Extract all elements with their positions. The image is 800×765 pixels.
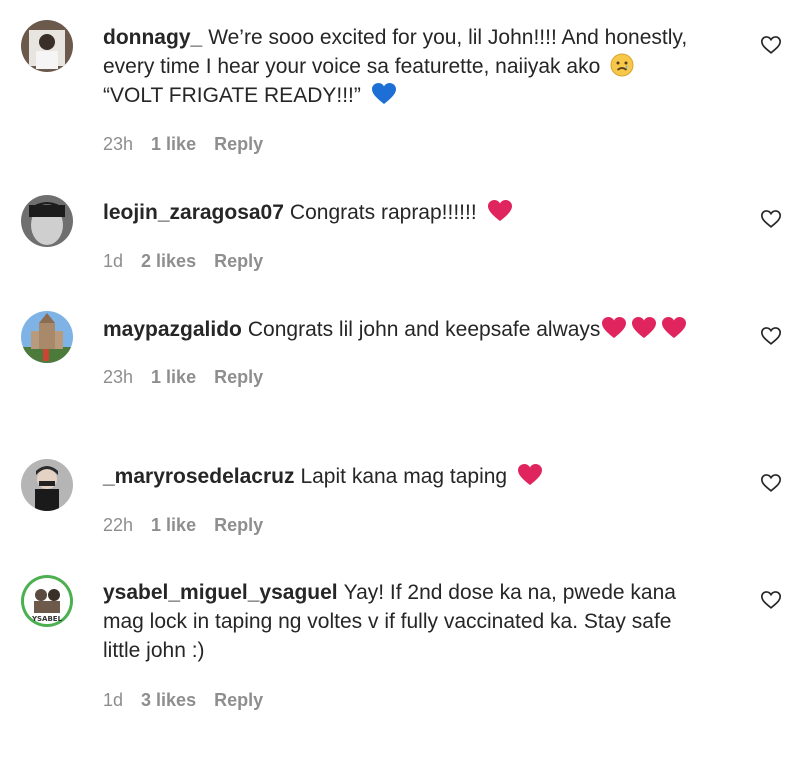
sad-face-emoji-icon (610, 53, 634, 77)
comment-username[interactable]: donnagy_ (103, 26, 202, 49)
like-heart-icon[interactable] (760, 34, 782, 56)
avatar[interactable] (21, 311, 73, 363)
comment-meta: 1d 3 likes Reply (103, 690, 281, 711)
comment-username[interactable]: ysabel_miguel_ysaguel (103, 581, 338, 604)
comment-text: donnagy_ We’re sooo excited for you, lil … (103, 23, 743, 110)
avatar-image (21, 311, 73, 363)
comment-meta: 1d 2 likes Reply (103, 251, 281, 272)
comment-time[interactable]: 1d (103, 690, 123, 710)
comment-username[interactable]: maypazgalido (103, 318, 242, 341)
avatar-image (21, 20, 73, 72)
reply-button[interactable]: Reply (214, 251, 263, 271)
reply-button[interactable]: Reply (214, 367, 263, 387)
comment-body: Lapit kana mag taping (300, 465, 508, 488)
comment-time[interactable]: 23h (103, 367, 133, 387)
avatar-image (21, 195, 73, 247)
comment-likes[interactable]: 1 like (151, 367, 196, 387)
comment-text: _maryrosedelacruz Lapit kana mag taping (103, 462, 743, 491)
comment-body-line2: “VOLT FRIGATE READY!!!” (103, 84, 361, 107)
red-heart-emoji-icon (662, 317, 687, 338)
avatar[interactable]: YSABEL (21, 575, 73, 627)
like-heart-icon[interactable] (760, 208, 782, 230)
comment-text: ysabel_miguel_ysaguel Yay! If 2nd dose ka… (103, 578, 713, 665)
comment-text: leojin_zaragosa07 Congrats raprap!!!!!! (103, 198, 743, 227)
like-heart-icon[interactable] (760, 589, 782, 611)
like-heart-icon[interactable] (760, 325, 782, 347)
comment-likes[interactable]: 3 likes (141, 690, 196, 710)
comment-body: Congrats raprap!!!!!! (289, 201, 477, 224)
avatar[interactable] (21, 459, 73, 511)
comment-time[interactable]: 22h (103, 515, 133, 535)
reply-button[interactable]: Reply (214, 515, 263, 535)
comment-likes[interactable]: 1 like (151, 515, 196, 535)
like-heart-icon[interactable] (760, 472, 782, 494)
red-heart-emoji-icon (602, 317, 627, 338)
comment-body: Congrats lil john and keepsafe always (247, 318, 601, 341)
comment-meta: 22h 1 like Reply (103, 515, 281, 536)
comment-username[interactable]: _maryrosedelacruz (103, 465, 294, 488)
comment-likes[interactable]: 1 like (151, 134, 196, 154)
comment-meta: 23h 1 like Reply (103, 367, 281, 388)
avatar-image (21, 459, 73, 511)
comment-meta: 23h 1 like Reply (103, 134, 281, 155)
comment-time[interactable]: 1d (103, 251, 123, 271)
avatar[interactable] (21, 20, 73, 72)
comment-likes[interactable]: 2 likes (141, 251, 196, 271)
avatar-logo-text: YSABEL (31, 615, 63, 623)
reply-button[interactable]: Reply (214, 134, 263, 154)
comment-text: maypazgalido Congrats lil john and keepsa… (103, 315, 743, 344)
red-heart-emoji-icon (632, 317, 657, 338)
blue-heart-emoji-icon (371, 83, 396, 104)
red-heart-emoji-icon (487, 200, 512, 221)
avatar-image: YSABEL (21, 575, 73, 627)
reply-button[interactable]: Reply (214, 690, 263, 710)
comment-time[interactable]: 23h (103, 134, 133, 154)
comment-username[interactable]: leojin_zaragosa07 (103, 201, 284, 224)
red-heart-emoji-icon (517, 464, 542, 485)
avatar[interactable] (21, 195, 73, 247)
